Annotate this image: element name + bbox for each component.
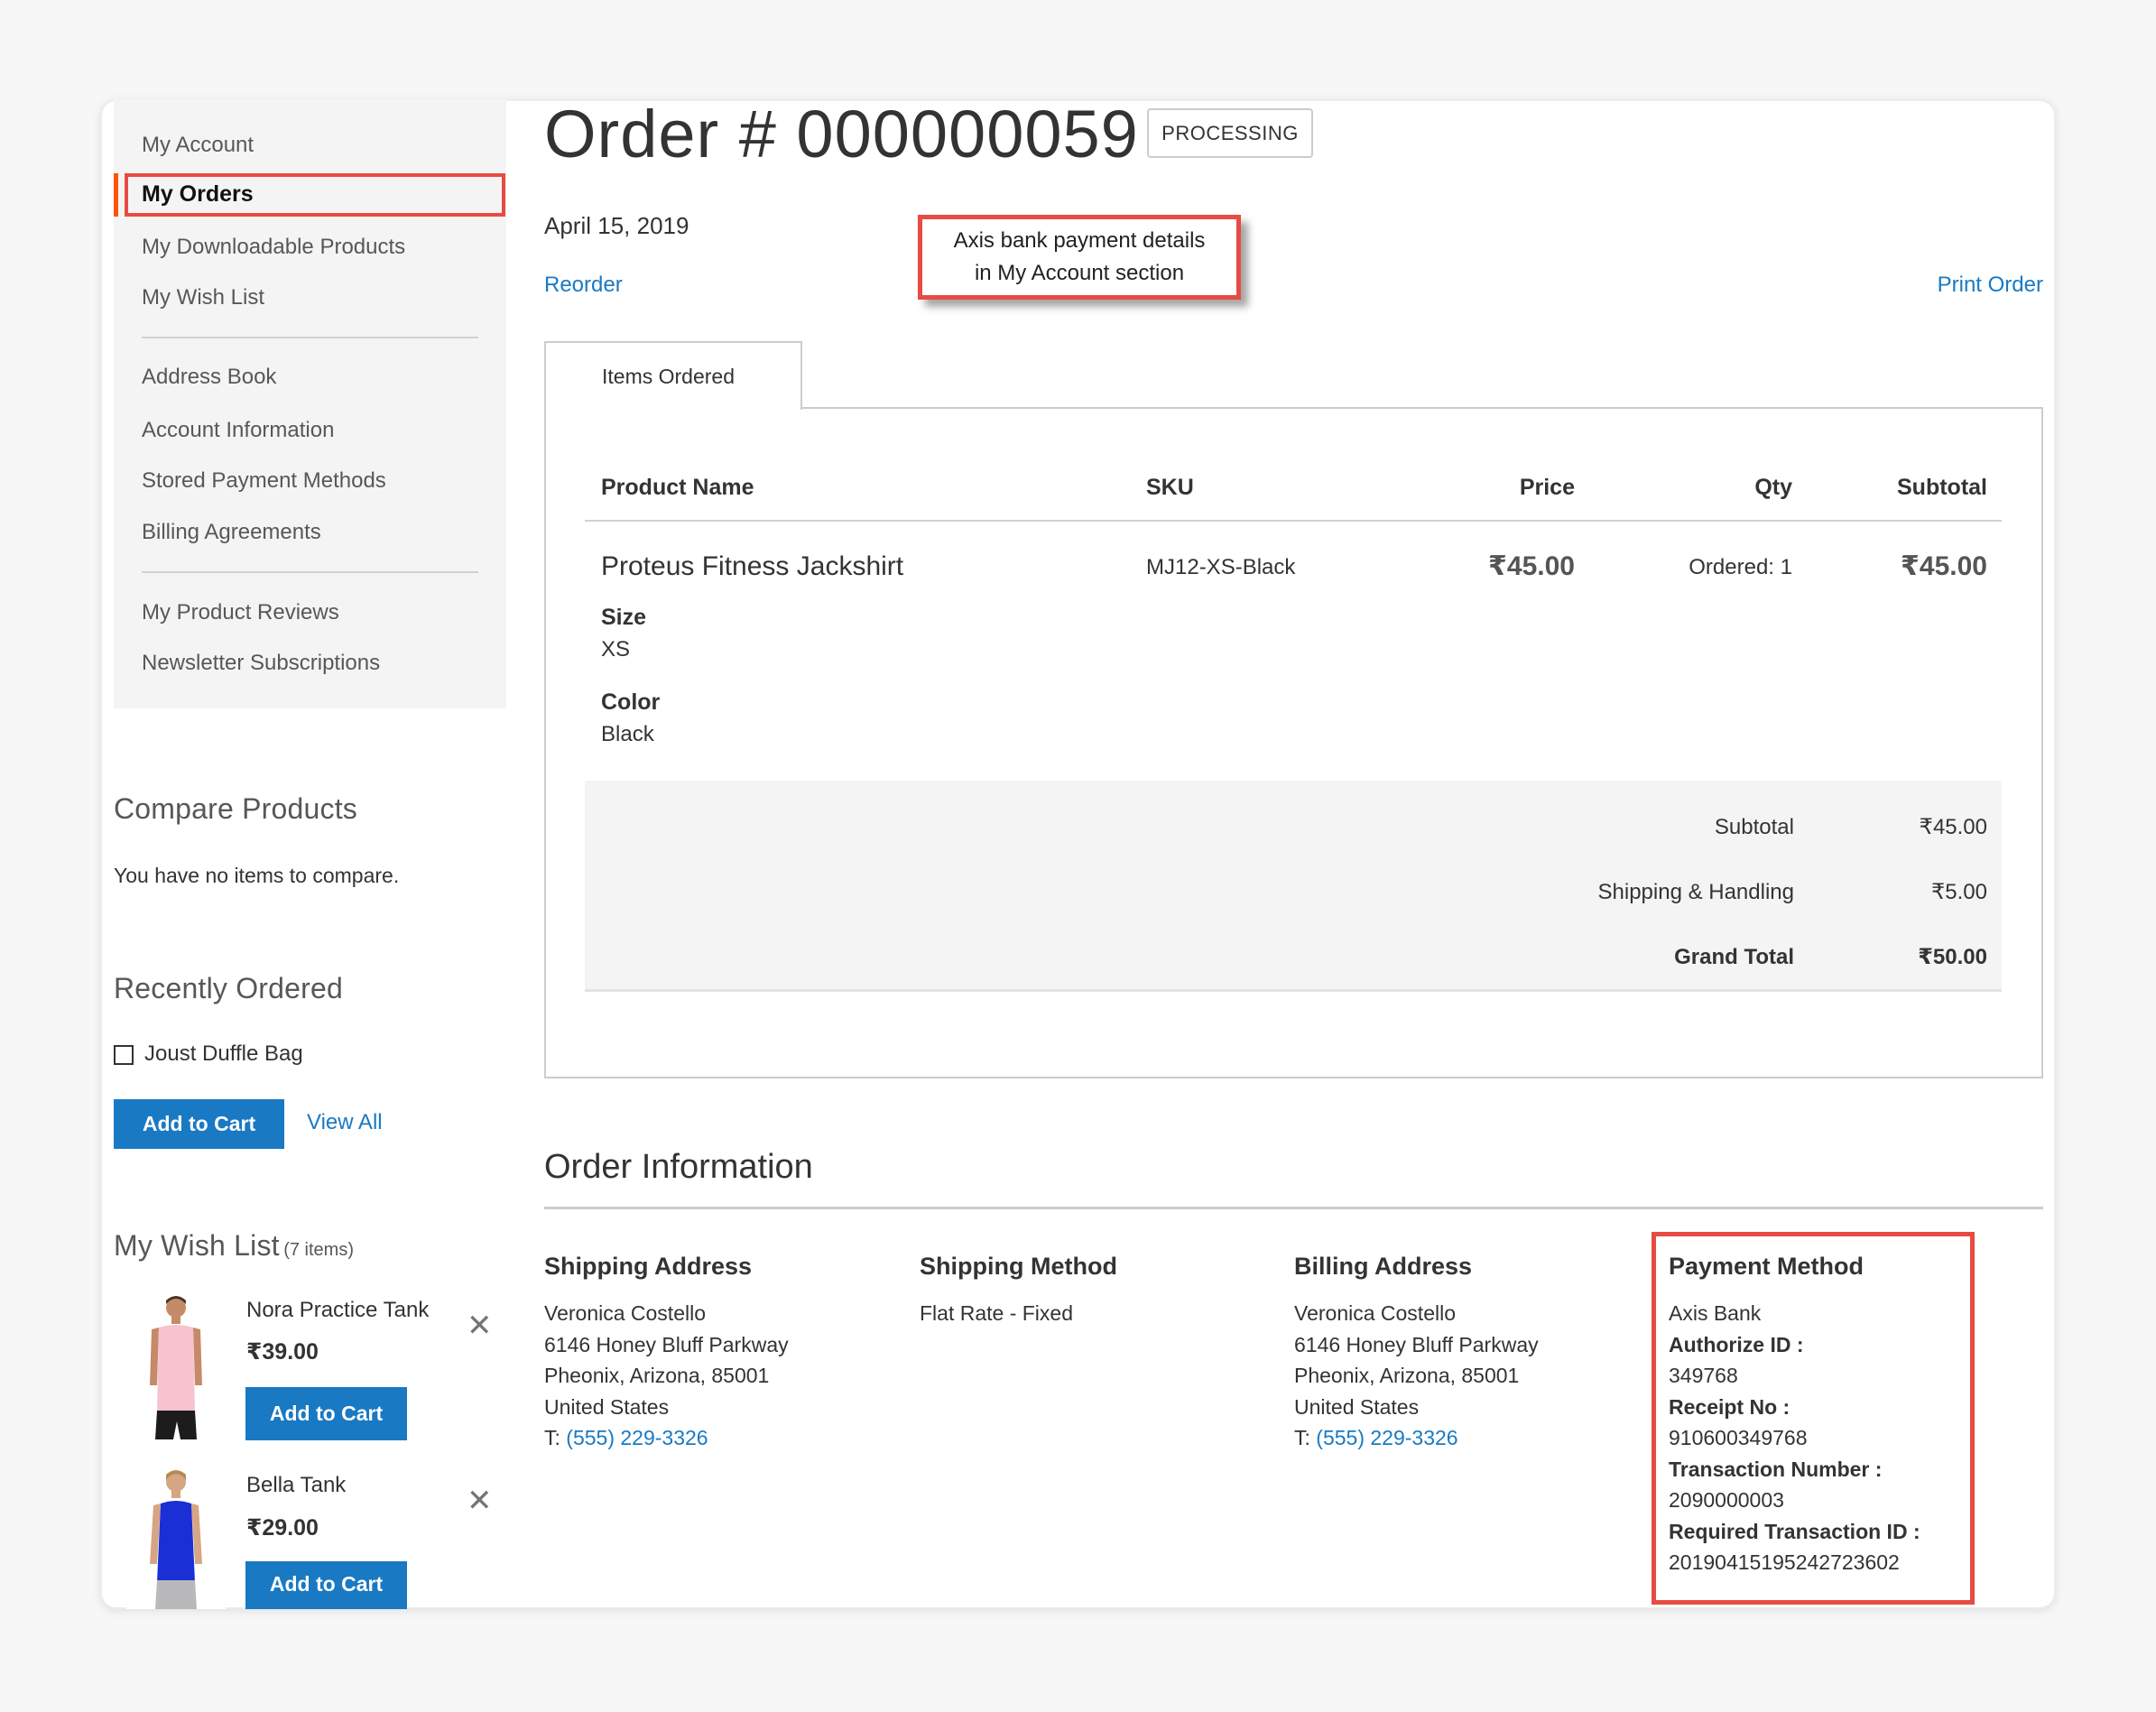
transaction-number-value: 2090000003: [1669, 1488, 1784, 1512]
totals-grand-total-label: Grand Total: [1674, 945, 1794, 969]
wishlist-item-add-to-cart-button[interactable]: Add to Cart: [245, 1561, 407, 1609]
recently-ordered-heading: Recently Ordered: [114, 972, 343, 1004]
wishlist-item-name[interactable]: Bella Tank: [246, 1473, 346, 1498]
wishlist-count: (7 items): [283, 1240, 354, 1260]
wishlist-title: My Wish List: [114, 1229, 280, 1262]
shipping-method-heading: Shipping Method: [920, 1253, 1117, 1280]
totals-shipping-value: ₹5.00: [1931, 880, 1987, 904]
authorize-id-value: 349768: [1669, 1364, 1738, 1387]
option-label-size: Size: [601, 605, 647, 630]
tab-items-ordered-label: Items Ordered: [602, 364, 735, 388]
compare-empty-text: You have no items to compare.: [114, 864, 400, 887]
payment-method-name: Axis Bank: [1669, 1301, 1762, 1325]
totals-subtotal-value: ₹45.00: [1919, 815, 1987, 839]
recently-ordered-item: Joust Duffle Bag: [144, 1041, 303, 1066]
wishlist-item-price: ₹29.00: [246, 1515, 319, 1541]
nav-item-my-orders[interactable]: My Orders: [142, 180, 254, 208]
column-header-subtotal: Subtotal: [1897, 475, 1987, 500]
totals-shipping-label: Shipping & Handling: [1597, 880, 1795, 904]
page-title: Order # 000000059: [544, 97, 1139, 171]
active-nav-indicator: [114, 173, 118, 217]
remove-wishlist-item-icon[interactable]: ✕: [467, 1310, 493, 1341]
wishlist-heading: My Wish List (7 items): [114, 1227, 354, 1263]
annotation-callout: Axis bank payment details in My Account …: [918, 215, 1241, 300]
nav-item-address-book[interactable]: Address Book: [142, 364, 276, 391]
shipping-phone-link[interactable]: (555) 229-3326: [566, 1426, 708, 1449]
address-line: United States: [1294, 1394, 1420, 1419]
totals-subtotal-label: Subtotal: [1714, 815, 1794, 839]
nav-item-my-wish-list[interactable]: My Wish List: [142, 284, 264, 311]
billing-address-heading: Billing Address: [1294, 1253, 1473, 1280]
transaction-number-label: Transaction Number :: [1669, 1457, 1883, 1481]
address-line: Pheonix, Arizona, 85001: [544, 1364, 770, 1387]
billing-phone-link[interactable]: (555) 229-3326: [1316, 1426, 1457, 1449]
remove-wishlist-item-icon[interactable]: ✕: [467, 1485, 493, 1516]
tab-items-ordered[interactable]: Items Ordered: [544, 341, 802, 410]
authorize-id-label: Authorize ID :: [1669, 1332, 1804, 1356]
column-header-product-name: Product Name: [601, 475, 754, 500]
product-qty: Ordered: 1: [1689, 555, 1792, 579]
wishlist-item-add-to-cart-button[interactable]: Add to Cart: [245, 1387, 407, 1440]
address-line: 6146 Honey Bluff Parkway: [544, 1332, 789, 1356]
wishlist-item-price: ₹39.00: [246, 1339, 319, 1365]
nav-divider: [142, 571, 478, 573]
shipping-address-block: Shipping Address Veronica Costello 6146 …: [544, 1251, 789, 1454]
option-value-color: Black: [601, 722, 654, 746]
nav-item-newsletter-subscriptions[interactable]: Newsletter Subscriptions: [142, 650, 380, 677]
phone-line: T: (555) 229-3326: [544, 1422, 789, 1454]
order-date: April 15, 2019: [544, 212, 689, 239]
order-information-heading: Order Information: [544, 1148, 813, 1186]
phone-prefix: T:: [1294, 1426, 1317, 1449]
shipping-method-block: Shipping Method Flat Rate - Fixed: [920, 1251, 1117, 1329]
recently-ordered-checkbox[interactable]: [114, 1045, 134, 1065]
required-transaction-id-label: Required Transaction ID :: [1669, 1519, 1920, 1543]
totals-grand-total-value: ₹50.00: [1918, 945, 1987, 969]
order-status-badge: PROCESSING: [1147, 108, 1313, 158]
nav-item-account-information[interactable]: Account Information: [142, 417, 334, 444]
reorder-link[interactable]: Reorder: [544, 273, 623, 298]
product-price: ₹45.00: [1488, 551, 1575, 581]
column-header-qty: Qty: [1754, 475, 1792, 500]
column-header-sku: SKU: [1146, 475, 1194, 500]
billing-address-block: Billing Address Veronica Costello 6146 H…: [1294, 1251, 1539, 1454]
recently-ordered-add-to-cart-button[interactable]: Add to Cart: [114, 1099, 284, 1149]
address-line: Pheonix, Arizona, 85001: [1294, 1364, 1520, 1387]
annotation-line-2: in My Account section: [974, 261, 1185, 285]
product-sku: MJ12-XS-Black: [1146, 555, 1296, 579]
shipping-method-value: Flat Rate - Fixed: [920, 1301, 1073, 1325]
column-header-price: Price: [1519, 475, 1575, 500]
print-order-link[interactable]: Print Order: [1938, 273, 2043, 298]
nav-item-billing-agreements[interactable]: Billing Agreements: [142, 519, 321, 546]
payment-method-heading: Payment Method: [1669, 1253, 1865, 1280]
nav-item-my-account[interactable]: My Account: [142, 132, 254, 159]
view-all-link[interactable]: View All: [307, 1110, 383, 1135]
annotation-line-1: Axis bank payment details: [953, 228, 1206, 253]
wishlist-item-image[interactable]: [126, 1469, 226, 1609]
wishlist-item-image[interactable]: [126, 1295, 226, 1439]
nav-item-my-downloadable-products[interactable]: My Downloadable Products: [142, 234, 405, 261]
address-line: Veronica Costello: [544, 1301, 706, 1325]
nav-item-my-product-reviews[interactable]: My Product Reviews: [142, 599, 339, 626]
nav-item-stored-payment-methods[interactable]: Stored Payment Methods: [142, 467, 386, 495]
shipping-address-heading: Shipping Address: [544, 1253, 753, 1280]
address-line: 6146 Honey Bluff Parkway: [1294, 1332, 1539, 1356]
payment-method-block: Payment Method Axis Bank Authorize ID : …: [1669, 1251, 1920, 1578]
wishlist-item-name[interactable]: Nora Practice Tank: [246, 1298, 429, 1323]
address-line: United States: [544, 1394, 670, 1419]
product-subtotal: ₹45.00: [1901, 551, 1987, 581]
required-transaction-id-value: 20190415195242723602: [1669, 1550, 1900, 1574]
compare-products-heading: Compare Products: [114, 792, 357, 825]
option-value-size: XS: [601, 637, 631, 662]
order-information-divider: [544, 1207, 2043, 1209]
nav-divider: [142, 337, 478, 338]
phone-line: T: (555) 229-3326: [1294, 1422, 1539, 1454]
phone-prefix: T:: [544, 1426, 567, 1449]
receipt-no-value: 910600349768: [1669, 1426, 1808, 1449]
table-header-divider: [585, 520, 2002, 522]
address-line: Veronica Costello: [1294, 1301, 1456, 1325]
product-name: Proteus Fitness Jackshirt: [601, 551, 904, 581]
receipt-no-label: Receipt No :: [1669, 1394, 1790, 1419]
option-label-color: Color: [601, 689, 661, 715]
